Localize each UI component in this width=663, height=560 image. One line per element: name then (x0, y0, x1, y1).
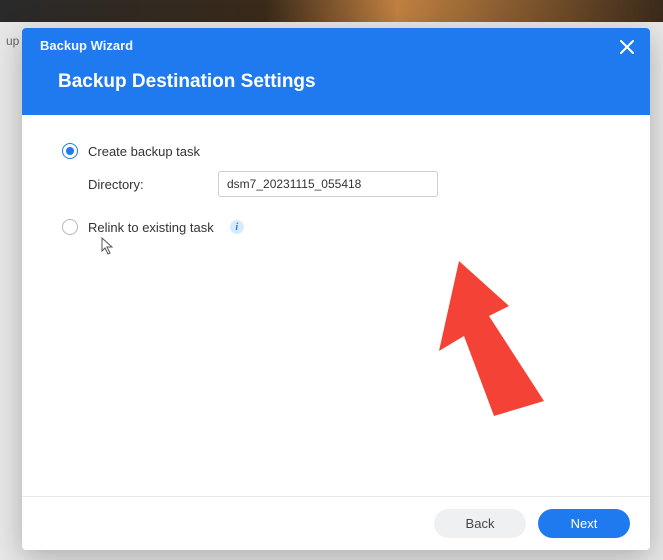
radio-icon (62, 219, 78, 235)
backup-wizard-modal: Backup Wizard Backup Destination Setting… (22, 28, 650, 550)
directory-label: Directory: (88, 177, 218, 192)
mouse-cursor-icon (100, 237, 118, 255)
modal-footer: Back Next (22, 496, 650, 550)
close-button[interactable] (618, 38, 636, 56)
radio-create-backup-task[interactable]: Create backup task (62, 143, 610, 159)
directory-input[interactable] (218, 171, 438, 197)
close-icon (620, 40, 634, 54)
radio-icon (62, 143, 78, 159)
page-heading: Backup Destination Settings (58, 71, 632, 93)
radio-label: Relink to existing task (88, 220, 214, 235)
modal-header: Backup Wizard Backup Destination Setting… (22, 28, 650, 115)
annotation-arrow-icon (424, 261, 584, 421)
next-button[interactable]: Next (538, 509, 630, 538)
modal-body: Create backup task Directory: Relink to … (22, 115, 650, 496)
info-icon[interactable]: i (230, 220, 244, 234)
modal-title: Backup Wizard (40, 38, 632, 53)
backdrop-image (0, 0, 663, 22)
directory-row: Directory: (88, 171, 610, 197)
back-button[interactable]: Back (434, 509, 526, 538)
radio-label: Create backup task (88, 144, 200, 159)
radio-relink-existing-task[interactable]: Relink to existing task i (62, 219, 610, 235)
